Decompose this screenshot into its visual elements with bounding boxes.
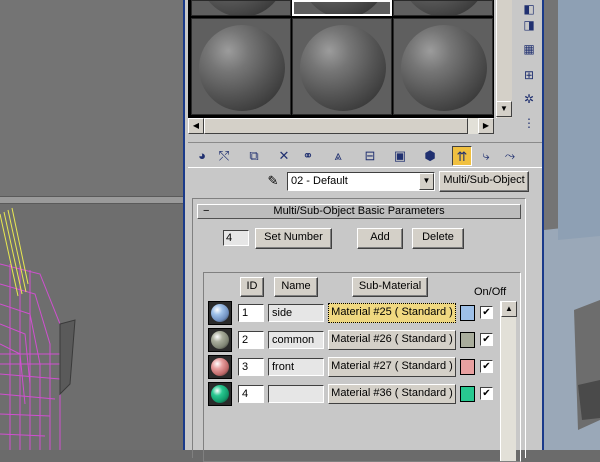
id-field[interactable]: 2 [238, 331, 264, 349]
get-material-icon[interactable]: ◕ [192, 146, 212, 166]
id-field[interactable]: 1 [238, 304, 264, 322]
preview-sphere [211, 331, 229, 349]
select-by-material-icon[interactable]: ⤳ [500, 146, 520, 166]
slots-vertical-scrollbar[interactable]: ▼ [496, 0, 512, 118]
collapse-icon: − [203, 205, 210, 217]
color-swatch[interactable] [460, 359, 475, 375]
sort-by-id-button[interactable]: ID [240, 277, 264, 297]
material-effects-icon[interactable]: ⊟ [360, 146, 380, 166]
sub-material-preview [208, 355, 232, 379]
assign-material-icon[interactable]: ⧉ [244, 146, 264, 166]
sample-sphere [300, 25, 386, 111]
backlight-icon[interactable]: ◨ [520, 16, 538, 34]
sub-material-list: ID Name Sub-Material On/Off 1 side Mater… [203, 272, 521, 462]
id-field[interactable]: 3 [238, 358, 264, 376]
scroll-right-icon[interactable]: ▶ [478, 118, 494, 134]
reset-map-icon[interactable]: ✕ [274, 146, 294, 166]
sample-sphere [199, 25, 285, 111]
viewport-top-left[interactable] [0, 0, 185, 196]
make-unique-icon[interactable]: ⚭ [298, 146, 318, 166]
sub-material-preview [208, 382, 232, 406]
material-editor-window: ▼ ◀ ▶ ◧ ◨ ▦ ⊞ ✲ ⋮ ◕ ⤲ ⧉ ✕ ⚭ ⩓ ⊟ ▣ ⬢ ⇈ ⤷ … [183, 0, 544, 462]
preview-sphere [211, 304, 229, 322]
show-map-icon[interactable]: ▣ [390, 146, 410, 166]
slots-horizontal-scrollbar[interactable]: ◀ ▶ [188, 118, 494, 134]
material-name-value: 02 - Default [291, 175, 348, 187]
preview-sphere [211, 385, 229, 403]
go-to-parent-icon[interactable]: ⇈ [452, 146, 472, 166]
sub-material-count: 4 [223, 230, 249, 246]
sort-by-name-button[interactable]: Name [274, 277, 318, 297]
viewport-divider [0, 196, 185, 204]
list-item: 3 front Material #27 ( Standard ) ✔ [208, 355, 508, 381]
sub-material-button[interactable]: Material #36 ( Standard ) [328, 384, 456, 404]
list-item: 2 common Material #26 ( Standard ) ✔ [208, 328, 508, 354]
sample-sphere [199, 1, 285, 15]
go-forward-icon[interactable]: ⤷ [476, 146, 496, 166]
list-item: 4 Material #36 ( Standard ) ✔ [208, 382, 508, 408]
on-off-header: On/Off [474, 286, 507, 298]
put-to-scene-icon[interactable]: ⤲ [214, 146, 234, 166]
sub-material-button[interactable]: Material #25 ( Standard ) [328, 303, 456, 323]
viewport-bottom-left[interactable] [0, 204, 185, 450]
sample-sphere [301, 2, 387, 14]
scroll-up-icon[interactable]: ▲ [501, 301, 517, 317]
sample-slot[interactable] [393, 0, 493, 16]
sub-material-preview [208, 328, 232, 352]
material-toolbar: ◕ ⤲ ⧉ ✕ ⚭ ⩓ ⊟ ▣ ⬢ ⇈ ⤷ ⤳ [188, 142, 542, 168]
on-off-checkbox[interactable]: ✔ [480, 306, 493, 319]
color-swatch[interactable] [460, 332, 475, 348]
name-field[interactable]: side [268, 304, 324, 322]
list-scrollbar[interactable]: ▲ [500, 301, 517, 461]
add-button[interactable]: Add [357, 228, 403, 249]
delete-button[interactable]: Delete [412, 228, 464, 249]
list-item: 1 side Material #25 ( Standard ) ✔ [208, 301, 508, 327]
material-type-button[interactable]: Multi/Sub-Object [439, 171, 529, 192]
sub-material-preview [208, 301, 232, 325]
rollout-title: Multi/Sub-Object Basic Parameters [273, 205, 445, 217]
name-field[interactable]: front [268, 358, 324, 376]
sample-slot[interactable] [191, 0, 291, 16]
name-field[interactable]: common [268, 331, 324, 349]
put-to-library-icon[interactable]: ⩓ [328, 146, 348, 166]
on-off-checkbox[interactable]: ✔ [480, 387, 493, 400]
id-field[interactable]: 4 [238, 385, 264, 403]
viewport-right[interactable] [544, 0, 600, 450]
sample-sphere [401, 25, 487, 111]
rollout-header[interactable]: − Multi/Sub-Object Basic Parameters [197, 204, 521, 219]
preview-sphere [211, 358, 229, 376]
show-end-result-icon[interactable]: ⬢ [420, 146, 440, 166]
side-toolbar: ◧ ◨ ▦ ⊞ ✲ ⋮ [514, 0, 542, 140]
uv-tiling-icon[interactable]: ⊞ [520, 66, 538, 84]
background-icon[interactable]: ▦ [520, 40, 538, 58]
eyedropper-icon[interactable]: ✎ [263, 172, 283, 190]
chevron-down-icon[interactable]: ▼ [419, 173, 434, 190]
sample-slot[interactable] [292, 18, 392, 115]
scroll-thumb[interactable] [204, 118, 468, 134]
sample-sphere [401, 1, 487, 15]
scroll-left-icon[interactable]: ◀ [188, 118, 204, 134]
sub-material-button[interactable]: Material #27 ( Standard ) [328, 357, 456, 377]
sample-slots [188, 0, 494, 118]
multi-sub-object-rollout: − Multi/Sub-Object Basic Parameters 4 Se… [192, 198, 526, 462]
on-off-checkbox[interactable]: ✔ [480, 333, 493, 346]
color-swatch[interactable] [460, 305, 475, 321]
scroll-down-icon[interactable]: ▼ [496, 101, 512, 117]
set-number-button[interactable]: Set Number [255, 228, 332, 249]
sample-slot[interactable] [191, 18, 291, 115]
video-check-icon[interactable]: ✲ [520, 90, 538, 108]
sample-slot[interactable] [393, 18, 493, 115]
name-field[interactable] [268, 385, 324, 403]
sample-slot-selected[interactable] [292, 0, 392, 16]
color-swatch[interactable] [460, 386, 475, 402]
sort-by-sub-material-button[interactable]: Sub-Material [352, 277, 428, 297]
options-icon[interactable]: ⋮ [520, 114, 538, 132]
sub-material-button[interactable]: Material #26 ( Standard ) [328, 330, 456, 350]
on-off-checkbox[interactable]: ✔ [480, 360, 493, 373]
material-name-field[interactable]: 02 - Default ▼ [287, 172, 435, 191]
